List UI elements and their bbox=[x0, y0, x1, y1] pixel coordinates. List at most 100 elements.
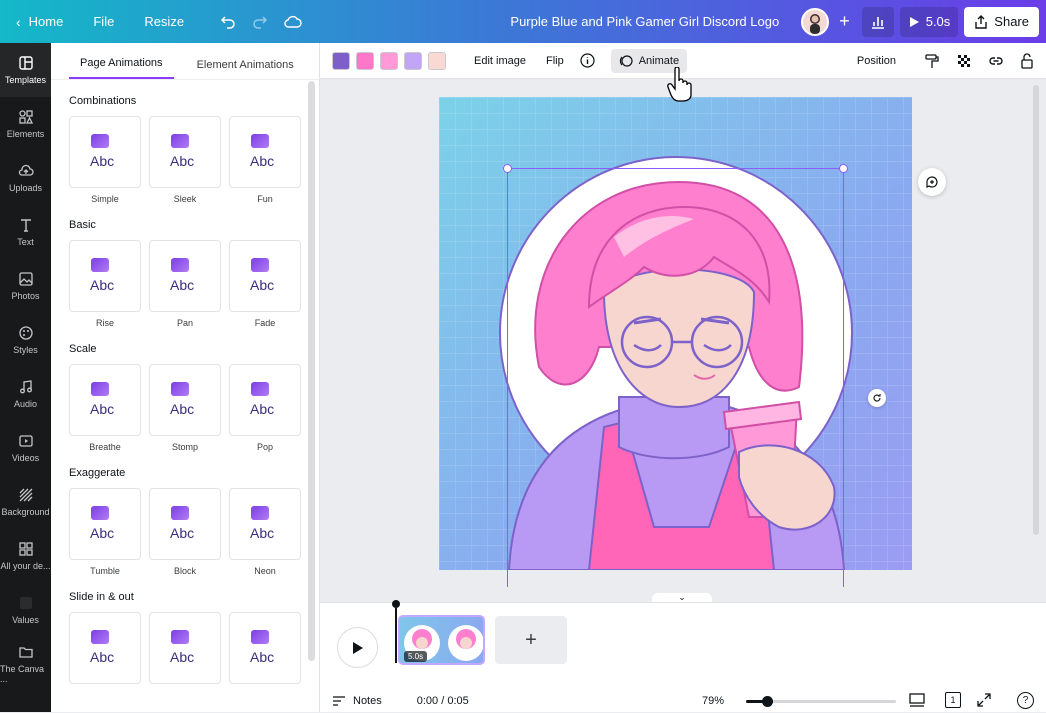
position-button[interactable]: Position bbox=[849, 49, 904, 73]
resize-handle-tr[interactable] bbox=[839, 164, 848, 173]
info-icon bbox=[580, 53, 595, 68]
rail-item-audio[interactable]: Audio bbox=[0, 367, 51, 421]
transparency-icon bbox=[958, 54, 970, 67]
flip-button[interactable]: Flip bbox=[538, 49, 572, 73]
cloud-save-button[interactable] bbox=[276, 7, 310, 37]
animation-option[interactable]: Abc Fade bbox=[229, 240, 301, 328]
redo-button[interactable] bbox=[244, 7, 276, 37]
zoom-slider-knob[interactable] bbox=[762, 696, 773, 707]
rail-item-background[interactable]: Background bbox=[0, 475, 51, 529]
animation-option[interactable]: Abc Stomp bbox=[149, 364, 221, 452]
panel-scrollbar[interactable] bbox=[308, 81, 315, 661]
page-count: 1 bbox=[950, 695, 956, 705]
page-count-button[interactable]: 1 bbox=[945, 692, 961, 708]
selection-frame[interactable] bbox=[503, 164, 848, 588]
insights-button[interactable] bbox=[861, 6, 894, 37]
rail-item-templates[interactable]: Templates bbox=[0, 43, 51, 97]
add-collaborator-button[interactable]: + bbox=[831, 7, 858, 37]
animation-grid: Abc Abc Abc bbox=[51, 612, 319, 690]
rail-label: Text bbox=[17, 237, 34, 247]
color-swatch[interactable] bbox=[332, 51, 350, 70]
color-swatch[interactable] bbox=[356, 51, 374, 70]
rail-item-values[interactable]: Values bbox=[0, 583, 51, 637]
timeline-play-button[interactable] bbox=[337, 627, 378, 668]
animation-option[interactable]: Abc Rise bbox=[69, 240, 141, 328]
section-title: Basic bbox=[69, 219, 96, 231]
color-swatch[interactable] bbox=[428, 51, 446, 70]
rail-item-photos[interactable]: Photos bbox=[0, 259, 51, 313]
bottom-bar: Notes 0:00 / 0:05 79% 1 ? bbox=[320, 689, 1046, 713]
tab-page-animations[interactable]: Page Animations bbox=[69, 57, 174, 79]
thumbnail-text: Abc bbox=[90, 525, 115, 541]
image-icon bbox=[91, 506, 109, 520]
tab-element-animations[interactable]: Element Animations bbox=[186, 59, 305, 79]
resize-button[interactable]: Resize bbox=[136, 7, 192, 37]
zoom-slider[interactable] bbox=[746, 696, 896, 707]
grid-view-button[interactable] bbox=[909, 693, 925, 710]
document-title[interactable]: Purple Blue and Pink Gamer Girl Discord … bbox=[502, 7, 787, 37]
resize-handle-tl[interactable] bbox=[503, 164, 512, 173]
expand-icon bbox=[977, 693, 991, 707]
comment-button[interactable] bbox=[918, 168, 946, 196]
animation-option[interactable]: Abc Block bbox=[149, 488, 221, 576]
thumbnail-text: Abc bbox=[90, 277, 115, 293]
animation-option[interactable]: Abc Sleek bbox=[149, 116, 221, 204]
canvas-scrollbar[interactable] bbox=[1033, 85, 1039, 535]
animation-label: Pop bbox=[256, 442, 273, 452]
collapse-timeline-button[interactable]: ⌄ bbox=[652, 593, 712, 602]
rail-item-uploads[interactable]: Uploads bbox=[0, 151, 51, 205]
rotate-handle[interactable] bbox=[868, 389, 886, 407]
link-button[interactable] bbox=[980, 49, 1012, 73]
all-designs-icon bbox=[18, 542, 33, 556]
animation-option[interactable]: Abc Pan bbox=[149, 240, 221, 328]
section-title: Slide in & out bbox=[69, 591, 134, 603]
timeline-gap: ⌄ bbox=[320, 587, 1046, 602]
help-button[interactable]: ? bbox=[1017, 692, 1034, 709]
color-swatch[interactable] bbox=[404, 51, 422, 70]
playhead[interactable] bbox=[392, 600, 400, 608]
animation-option[interactable]: Abc Tumble bbox=[69, 488, 141, 576]
rail-item-canva-folder[interactable]: The Canva ... bbox=[0, 637, 51, 691]
animation-option[interactable]: Abc Breathe bbox=[69, 364, 141, 452]
animation-option[interactable]: Abc bbox=[69, 612, 141, 690]
rail-label: Audio bbox=[13, 399, 38, 409]
add-page-button[interactable]: + bbox=[495, 616, 567, 664]
notes-label: Notes bbox=[353, 695, 382, 707]
file-menu-button[interactable]: File bbox=[85, 7, 122, 37]
present-button[interactable]: 5.0s bbox=[899, 6, 959, 37]
rail-item-elements[interactable]: Elements bbox=[0, 97, 51, 151]
animation-option[interactable]: Abc bbox=[229, 612, 301, 690]
share-button[interactable]: Share bbox=[964, 6, 1039, 37]
rail-item-videos[interactable]: Videos bbox=[0, 421, 51, 475]
rail-item-text[interactable]: Text bbox=[0, 205, 51, 259]
animation-option[interactable]: Abc Fun bbox=[229, 116, 301, 204]
color-swatch[interactable] bbox=[380, 51, 398, 70]
undo-button[interactable] bbox=[212, 7, 244, 37]
rail-label: Uploads bbox=[8, 183, 43, 193]
home-button[interactable]: ‹ Home bbox=[8, 7, 71, 37]
image-icon bbox=[91, 382, 109, 396]
transparency-button[interactable] bbox=[948, 49, 980, 73]
timeline-clip[interactable]: 5.0s bbox=[398, 615, 485, 665]
share-icon bbox=[975, 14, 987, 29]
animations-panel: Page Animations Element Animations Combi… bbox=[51, 43, 320, 712]
avatar[interactable] bbox=[801, 7, 830, 36]
copy-style-button[interactable] bbox=[916, 49, 948, 73]
info-button[interactable] bbox=[572, 49, 603, 73]
animation-option[interactable]: Abc Simple bbox=[69, 116, 141, 204]
notes-button[interactable]: Notes bbox=[332, 695, 382, 707]
animation-option[interactable]: Abc bbox=[149, 612, 221, 690]
rail-label: Values bbox=[12, 615, 39, 625]
rail-item-styles[interactable]: Styles bbox=[0, 313, 51, 367]
position-label: Position bbox=[856, 54, 896, 67]
lock-button[interactable] bbox=[1012, 49, 1042, 73]
fullscreen-button[interactable] bbox=[977, 693, 991, 710]
edit-image-button[interactable]: Edit image bbox=[466, 49, 534, 73]
rail-item-all-designs[interactable]: All your de... bbox=[0, 529, 51, 583]
grid-view-icon bbox=[909, 693, 925, 707]
animation-thumbnail: Abc bbox=[69, 116, 141, 188]
animation-option[interactable]: Abc Neon bbox=[229, 488, 301, 576]
animate-label: Animate bbox=[638, 54, 680, 67]
animation-option[interactable]: Abc Pop bbox=[229, 364, 301, 452]
animation-thumbnail: Abc bbox=[149, 116, 221, 188]
